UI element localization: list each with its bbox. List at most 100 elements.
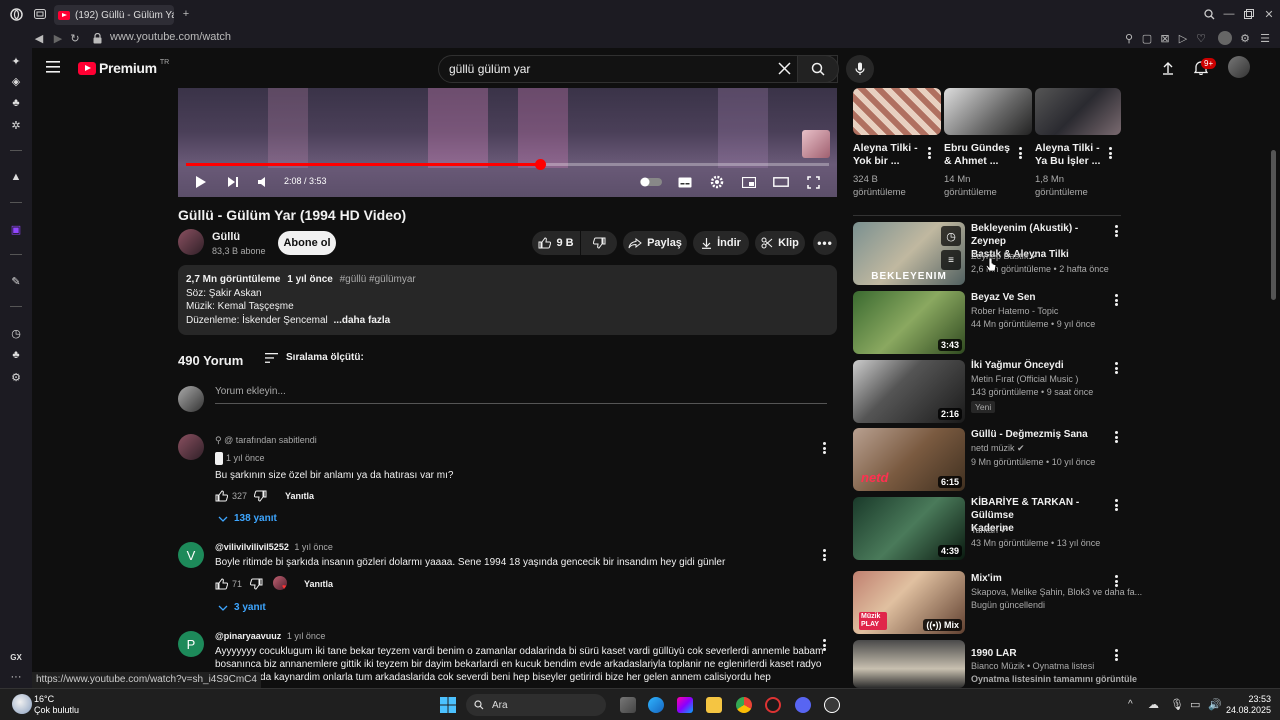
hashtags[interactable]: #güllü #gülümyar xyxy=(340,274,416,285)
subscribe-button[interactable]: Abone ol xyxy=(278,231,336,255)
volume-icon[interactable] xyxy=(254,173,272,191)
voice-search-button[interactable] xyxy=(846,55,874,83)
compass-icon[interactable]: ◈ xyxy=(9,74,23,88)
subtitles-icon[interactable] xyxy=(676,173,694,191)
display-icon[interactable]: ▭ xyxy=(1190,698,1200,711)
tab-islands-icon[interactable] xyxy=(33,7,47,21)
author-handle[interactable]: @vilivilvilivil5252 xyxy=(215,542,289,552)
thumbs-down-icon[interactable] xyxy=(250,578,263,590)
network-icon[interactable]: ☁ xyxy=(1148,698,1159,711)
windows-start-icon[interactable] xyxy=(440,697,456,713)
dislike-button[interactable] xyxy=(581,231,617,255)
video-menu-icon[interactable] xyxy=(1014,146,1026,160)
video-menu-icon[interactable] xyxy=(1104,146,1116,160)
chrome-icon[interactable] xyxy=(736,697,752,713)
heart-icon[interactable]: ♡ xyxy=(1194,31,1208,45)
comment-author[interactable]: @vilivilvilivil5252 1 yıl önce xyxy=(215,542,333,552)
progress-bar[interactable] xyxy=(186,159,829,170)
microphone-icon[interactable]: 🎙 xyxy=(1170,698,1184,711)
edge-icon[interactable] xyxy=(648,697,664,713)
profile-avatar-icon[interactable] xyxy=(1218,31,1232,45)
play-icon[interactable] xyxy=(192,173,210,191)
hamburger-menu-icon[interactable] xyxy=(46,61,60,73)
url-field[interactable]: www.youtube.com/watch xyxy=(110,31,231,43)
discord-icon[interactable] xyxy=(795,697,811,713)
weather-cloud-icon[interactable] xyxy=(12,694,32,714)
view-replies-button[interactable]: 138 yanıt xyxy=(218,513,277,524)
vpn-icon[interactable]: ⊠ xyxy=(1158,31,1172,45)
new-tab-icon[interactable]: + xyxy=(179,7,193,21)
video-thumbnail[interactable] xyxy=(853,88,941,135)
video-menu-icon[interactable] xyxy=(1110,293,1122,307)
video-title[interactable]: Beyaz Ve Sen xyxy=(971,291,1035,304)
maximize-icon[interactable] xyxy=(1242,7,1256,21)
task-view-icon[interactable] xyxy=(620,697,636,713)
comment-author[interactable]: @pinaryaavuuz 1 yıl önce xyxy=(215,631,325,641)
file-explorer-icon[interactable] xyxy=(706,697,722,713)
opera-gx-icon[interactable] xyxy=(765,697,781,713)
comment-avatar[interactable]: P xyxy=(178,631,204,657)
minimize-icon[interactable]: — xyxy=(1222,7,1236,21)
view-full-playlist-link[interactable]: Oynatma listesinin tamamını görüntüle xyxy=(971,673,1137,686)
add-comment-input[interactable]: Yorum ekleyin... xyxy=(215,386,827,404)
video-menu-icon[interactable] xyxy=(1110,430,1122,444)
video-thumbnail[interactable] xyxy=(944,88,1032,135)
channel-watermark[interactable] xyxy=(802,130,830,158)
view-replies-button[interactable]: 3 yanıt xyxy=(218,602,266,613)
page-scrollbar[interactable] xyxy=(1271,150,1276,300)
youtube-logo[interactable]: Premium TR xyxy=(78,59,169,76)
reply-button[interactable]: Yanıtla xyxy=(304,579,333,589)
thumbs-up-icon[interactable] xyxy=(215,578,228,590)
spark-icon[interactable]: ✲ xyxy=(9,118,23,132)
settings-gear-icon[interactable] xyxy=(708,173,726,191)
thumbs-down-icon[interactable] xyxy=(254,490,267,502)
clip-button[interactable]: Klip xyxy=(755,231,805,255)
video-title[interactable]: İki Yağmur Önceydi xyxy=(971,359,1064,372)
like-button[interactable]: 9 B xyxy=(532,231,580,255)
channel-name[interactable]: Güllü xyxy=(212,231,240,243)
more-actions-button[interactable]: ••• xyxy=(813,231,837,255)
more-icon[interactable]: ··· xyxy=(9,670,23,684)
volume-icon[interactable]: 🔊 xyxy=(1208,698,1222,711)
bird-icon[interactable]: ♣ xyxy=(9,96,23,110)
video-title[interactable]: Aleyna Tilki - Yok bir ... xyxy=(853,142,918,168)
video-thumbnail[interactable]: 4:39 xyxy=(853,497,965,560)
video-menu-icon[interactable] xyxy=(1110,574,1122,588)
miniplayer-icon[interactable] xyxy=(740,173,758,191)
bird-icon[interactable]: ♣ xyxy=(9,348,23,362)
show-more-link[interactable]: ...daha fazla xyxy=(334,315,391,326)
scrubber-handle[interactable] xyxy=(534,159,546,170)
video-menu-icon[interactable] xyxy=(1110,648,1122,662)
author-handle[interactable]: @pinaryaavuuz xyxy=(215,631,281,641)
video-menu-icon[interactable] xyxy=(923,146,935,160)
video-menu-icon[interactable] xyxy=(1110,224,1122,238)
video-thumbnail[interactable]: 3:43 xyxy=(853,291,965,354)
video-thumbnail[interactable]: 2:16 xyxy=(853,360,965,423)
settings-icon[interactable]: ⚙ xyxy=(9,370,23,384)
author-badge[interactable] xyxy=(215,452,223,465)
video-player[interactable]: 2:08 / 3:53 xyxy=(178,88,837,197)
back-icon[interactable]: ◀ xyxy=(32,31,46,45)
video-menu-icon[interactable] xyxy=(1110,498,1122,512)
video-thumbnail[interactable]: BEKLEYENIM ◷ ≡ xyxy=(853,222,965,285)
channel-name[interactable]: Tarkan ✔ xyxy=(971,524,1008,537)
add-to-queue-icon[interactable]: ≡ xyxy=(941,250,961,270)
video-thumbnail[interactable]: Müzik PLAY ((•)) Mix xyxy=(853,571,965,634)
extensions-icon[interactable]: ⚙ xyxy=(1238,31,1252,45)
playlist-title[interactable]: 1990 LAR xyxy=(971,647,1017,660)
theater-mode-icon[interactable] xyxy=(772,173,790,191)
chevron-up-icon[interactable]: ^ xyxy=(1128,699,1133,710)
channel-name[interactable]: Metin Fırat (Official Music ) xyxy=(971,373,1078,386)
forward-icon[interactable]: ▶ xyxy=(51,31,65,45)
reply-button[interactable]: Yanıtla xyxy=(285,491,314,501)
easy-setup-icon[interactable]: ☰ xyxy=(1258,31,1272,45)
gx-icon[interactable]: GX xyxy=(9,650,23,664)
comment-avatar[interactable]: V xyxy=(178,542,204,568)
twitch-icon[interactable]: ▣ xyxy=(9,222,23,236)
clear-search-icon[interactable] xyxy=(778,62,791,75)
video-title[interactable]: Güllü - Değmezmiş Sana xyxy=(971,428,1088,441)
close-window-icon[interactable]: ✕ xyxy=(1262,7,1276,21)
pin-icon[interactable]: ⚲ xyxy=(1122,31,1136,45)
autoplay-toggle[interactable] xyxy=(640,173,662,191)
video-thumbnail[interactable] xyxy=(1035,88,1121,135)
